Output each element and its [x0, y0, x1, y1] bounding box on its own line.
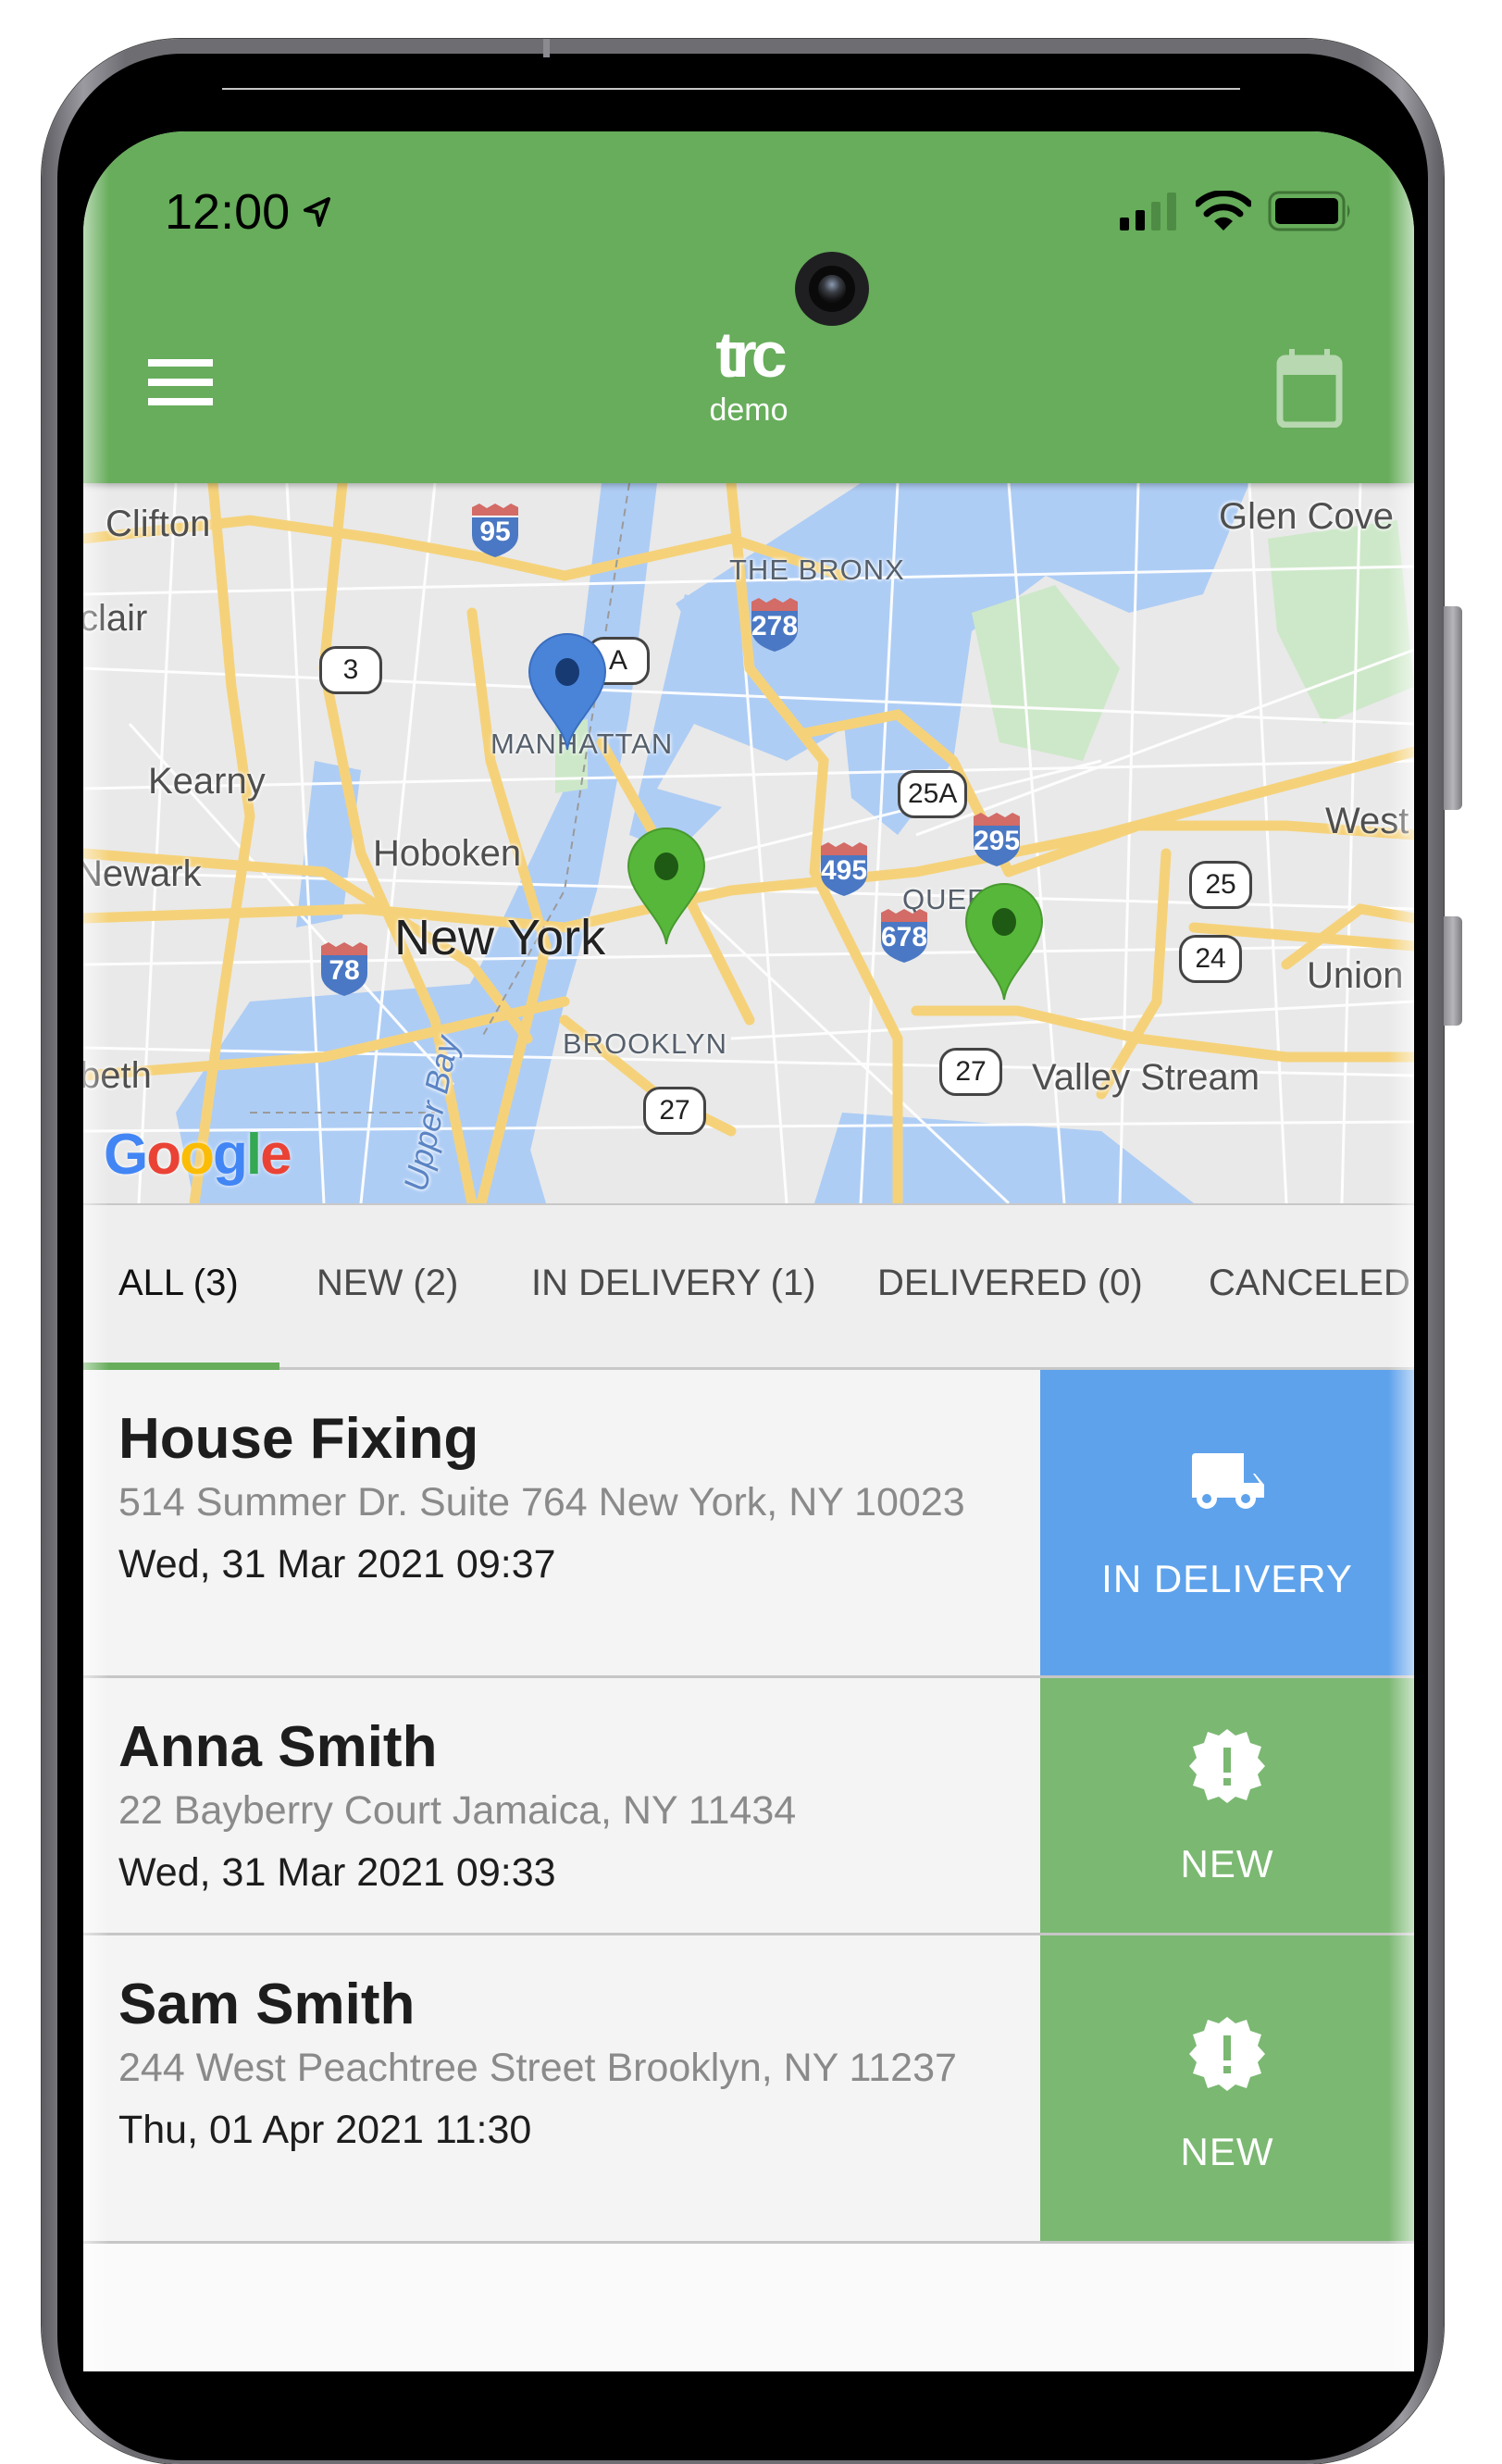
route-27-shield: 27: [939, 1048, 1002, 1096]
volume-button: [1444, 606, 1462, 810]
power-button: [1444, 916, 1462, 1026]
status-label: NEW: [1180, 1842, 1274, 1885]
cellular-signal-icon: [1120, 193, 1176, 230]
map-pin-icon: [528, 633, 607, 751]
map-label-brooklyn: BROOKLYN: [563, 1027, 727, 1060]
interstate-278-shield: 278: [750, 598, 800, 652]
map-label-clifton: Clifton: [106, 504, 211, 544]
map-label-valley-stream: Valley Stream: [1032, 1057, 1260, 1098]
order-address: 514 Summer Dr. Suite 764 New York, NY 10…: [118, 1480, 965, 1524]
app-screen: 12:00 trc demo Clifton clair Kearny Newa…: [83, 131, 1414, 2371]
calendar-icon: [1276, 349, 1343, 429]
status-bar-right: [1120, 191, 1353, 231]
status-label: IN DELIVERY: [1101, 1557, 1353, 1600]
order-list: House Fixing 514 Summer Dr. Suite 764 Ne…: [83, 1370, 1414, 2244]
app-brand: trc demo: [83, 321, 1414, 429]
status-in-delivery-button[interactable]: IN DELIVERY: [1040, 1370, 1414, 1675]
truck-icon: [1192, 1453, 1264, 1509]
interstate-678-shield: 678: [879, 909, 929, 963]
map-label-glen-cove: Glen Cove: [1219, 496, 1394, 537]
map-pin-icon: [627, 828, 706, 945]
route-25-shield: 25: [1189, 861, 1252, 909]
route-25a-shield: 25A: [898, 770, 968, 818]
tab-delivered[interactable]: DELIVERED (0): [877, 1205, 1143, 1367]
map-label-beth: beth: [83, 1055, 152, 1096]
order-date: Thu, 01 Apr 2021 11:30: [118, 2108, 532, 2152]
order-address: 244 West Peachtree Street Brooklyn, NY 1…: [118, 2046, 957, 2090]
phone-speaker-line: [222, 88, 1240, 90]
map-label-clair: clair: [83, 598, 148, 639]
order-title: Anna Smith: [118, 1715, 438, 1779]
order-row[interactable]: House Fixing 514 Summer Dr. Suite 764 Ne…: [83, 1370, 1414, 1678]
front-camera: [795, 252, 869, 326]
order-date: Wed, 31 Mar 2021 09:37: [118, 1542, 556, 1587]
map-label-hoboken: Hoboken: [373, 833, 522, 874]
interstate-295-shield: 295: [972, 813, 1022, 866]
order-date: Wed, 31 Mar 2021 09:33: [118, 1850, 556, 1895]
status-new-button[interactable]: NEW: [1040, 1678, 1414, 1933]
app-logo: trc: [715, 318, 787, 391]
tab-canceled[interactable]: CANCELED: [1209, 1205, 1410, 1367]
battery-icon: [1268, 191, 1350, 231]
map-label-union: Union: [1307, 955, 1404, 996]
route-24-shield: 24: [1179, 935, 1242, 983]
tab-all[interactable]: ALL (3): [118, 1205, 239, 1367]
order-address: 22 Bayberry Court Jamaica, NY 11434: [118, 1788, 797, 1833]
route-27-shield-brooklyn: 27: [643, 1087, 706, 1135]
map-label-newark: Newark: [83, 853, 202, 894]
map-marker-in-delivery[interactable]: [526, 631, 609, 752]
map-label-kearny: Kearny: [148, 761, 266, 802]
map-pin-icon: [964, 883, 1044, 1001]
new-badge-icon: [1189, 2017, 1265, 2091]
route-3-shield: 3: [319, 646, 382, 694]
map-label-new-york: New York: [394, 910, 606, 965]
order-row[interactable]: Anna Smith 22 Bayberry Court Jamaica, NY…: [83, 1678, 1414, 1935]
tab-new[interactable]: NEW (2): [317, 1205, 458, 1367]
interstate-495-shield: 495: [819, 842, 869, 896]
status-new-button[interactable]: NEW: [1040, 1935, 1414, 2241]
order-title: Sam Smith: [118, 1972, 416, 2036]
new-badge-icon: [1189, 1729, 1265, 1803]
status-bar-left: 12:00: [165, 183, 331, 241]
orders-map[interactable]: Clifton clair Kearny Newark Hoboken New …: [83, 483, 1414, 1203]
location-arrow-icon: [304, 197, 331, 227]
status-tabs: ALL (3) NEW (2) IN DELIVERY (1) DELIVERE…: [83, 1203, 1414, 1370]
map-marker-new[interactable]: [625, 826, 708, 946]
map-label-bronx: THE BRONX: [729, 554, 905, 586]
wifi-icon: [1196, 191, 1251, 230]
status-label: NEW: [1180, 2130, 1274, 2173]
interstate-95-shield: 95: [470, 504, 520, 557]
status-time: 12:00: [165, 184, 291, 240]
map-label-west: West: [1325, 801, 1409, 841]
app-subtitle: demo: [709, 392, 788, 428]
interstate-78-shield: 78: [319, 942, 369, 996]
active-tab-indicator: [83, 1363, 279, 1370]
order-row[interactable]: Sam Smith 244 West Peachtree Street Broo…: [83, 1935, 1414, 2244]
tab-in-delivery[interactable]: IN DELIVERY (1): [531, 1205, 816, 1367]
app-header: 12:00 trc demo: [83, 131, 1414, 483]
map-marker-new[interactable]: [962, 881, 1046, 1002]
phone-top-seam: [543, 39, 550, 57]
calendar-button[interactable]: [1275, 349, 1344, 429]
order-title: House Fixing: [118, 1407, 479, 1471]
google-logo: Google: [104, 1123, 292, 1187]
